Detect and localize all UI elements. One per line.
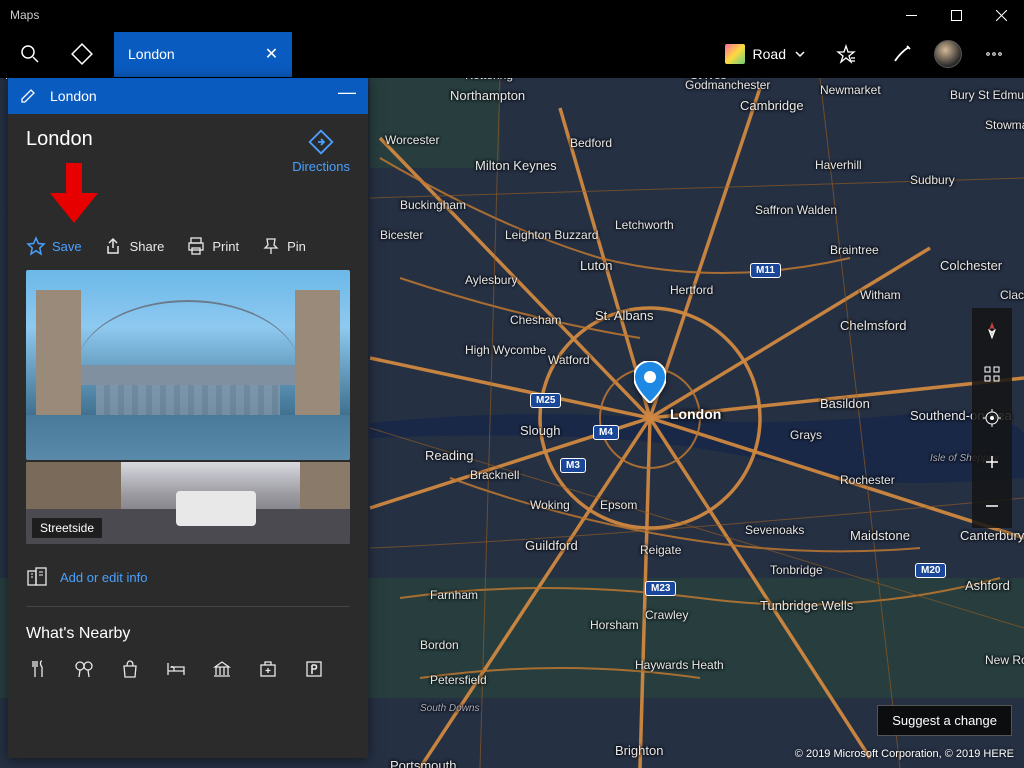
hospitals-icon[interactable]	[256, 657, 280, 681]
pin-label: Pin	[287, 239, 306, 254]
map-style-selector[interactable]: Road	[717, 34, 814, 74]
minimize-button[interactable]	[889, 0, 934, 30]
map-controls	[972, 308, 1012, 528]
motorway-badge: M23	[645, 581, 676, 596]
close-tab-icon[interactable]: ✕	[265, 44, 278, 64]
streetside-photo[interactable]: Streetside	[26, 462, 350, 544]
panel-header: London —	[8, 78, 368, 114]
map-style-icon	[725, 44, 745, 64]
share-label: Share	[130, 239, 165, 254]
tilt-button[interactable]	[972, 352, 1012, 396]
save-label: Save	[52, 239, 82, 254]
search-tab-label: London	[128, 46, 175, 62]
top-toolbar: London ✕ Road	[0, 30, 1024, 78]
directions-button[interactable]: Directions	[292, 128, 350, 174]
more-button[interactable]	[970, 30, 1018, 78]
maximize-button[interactable]	[934, 0, 979, 30]
motorway-badge: M20	[915, 563, 946, 578]
nearby-category-row	[26, 657, 350, 681]
place-panel: London — Directions London Save Share	[8, 78, 368, 758]
titlebar: Maps	[0, 0, 1024, 30]
map-pin[interactable]	[634, 361, 666, 408]
edit-icon[interactable]	[20, 88, 36, 104]
attractions-icon[interactable]	[72, 657, 96, 681]
motorway-badge: M4	[593, 425, 619, 440]
hotels-icon[interactable]	[164, 657, 188, 681]
place-photo[interactable]	[26, 270, 350, 460]
zoom-out-button[interactable]	[972, 484, 1012, 528]
annotation-red-arrow	[50, 163, 98, 223]
map-attribution: © 2019 Microsoft Corporation, © 2019 HER…	[795, 748, 1014, 760]
app-title: Maps	[10, 8, 39, 22]
actions-row: Save Share Print Pin	[26, 236, 350, 256]
map-style-label: Road	[753, 46, 786, 62]
whats-nearby-title: What's Nearby	[26, 625, 350, 643]
suggest-change-button[interactable]: Suggest a change	[877, 705, 1012, 736]
add-edit-info-button[interactable]: Add or edit info	[26, 544, 350, 607]
collapse-panel-button[interactable]: —	[338, 83, 356, 101]
add-edit-label: Add or edit info	[60, 570, 147, 585]
directions-label: Directions	[292, 159, 350, 174]
banks-icon[interactable]	[210, 657, 234, 681]
favorites-button[interactable]	[822, 30, 870, 78]
print-label: Print	[212, 239, 239, 254]
zoom-in-button[interactable]	[972, 440, 1012, 484]
search-result-tab[interactable]: London ✕	[114, 32, 292, 77]
save-button[interactable]: Save	[26, 236, 82, 256]
compass-button[interactable]	[972, 308, 1012, 352]
shopping-icon[interactable]	[118, 657, 142, 681]
pin-button[interactable]: Pin	[261, 236, 306, 256]
ink-button[interactable]	[878, 30, 926, 78]
restaurants-icon[interactable]	[26, 657, 50, 681]
app-window: Maps London ✕ Road	[0, 0, 1024, 768]
parking-icon[interactable]	[302, 657, 326, 681]
share-button[interactable]: Share	[104, 236, 165, 256]
motorway-badge: M11	[750, 263, 781, 278]
locate-me-button[interactable]	[972, 396, 1012, 440]
streetside-label: Streetside	[32, 518, 102, 538]
user-avatar[interactable]	[934, 40, 962, 68]
pin-label: London	[670, 406, 721, 422]
close-button[interactable]	[979, 0, 1024, 30]
print-button[interactable]: Print	[186, 236, 239, 256]
panel-body: Directions London Save Share Print	[8, 114, 368, 758]
search-button[interactable]	[6, 30, 54, 78]
directions-icon-button[interactable]	[58, 30, 106, 78]
panel-header-text: London	[50, 88, 97, 104]
motorway-badge: M3	[560, 458, 586, 473]
motorway-badge: M25	[530, 393, 561, 408]
chevron-down-icon	[794, 48, 806, 60]
